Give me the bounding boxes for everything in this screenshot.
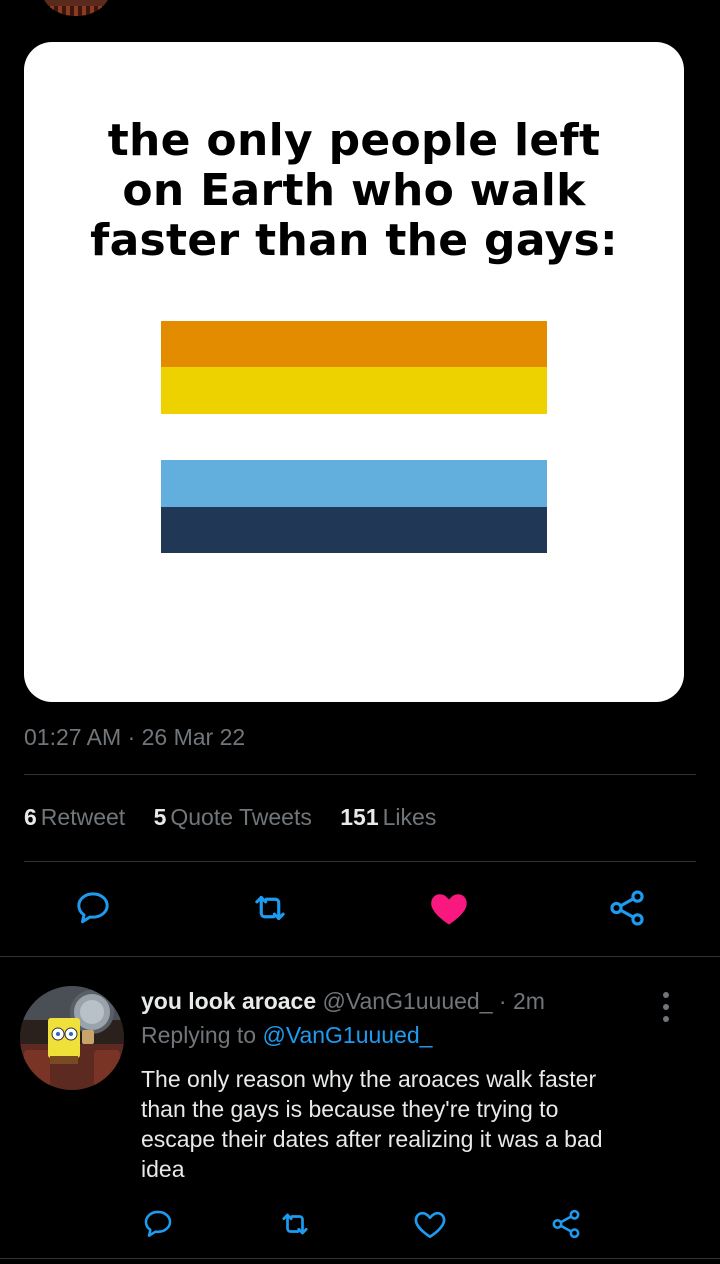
aroace-flag [161,321,547,553]
share-button[interactable] [602,886,652,930]
like-button[interactable] [424,886,474,930]
reply-display-name[interactable]: you look aroace [141,988,316,1014]
retweets-stat[interactable]: 6 Retweet [24,804,125,831]
flag-stripe-light-blue [161,460,547,507]
flag-stripe-orange [161,321,547,368]
previous-avatar[interactable] [42,0,110,16]
reply-separator: · [498,988,507,1014]
divider [24,774,696,775]
more-options-icon[interactable] [652,990,680,1024]
reply-icon [144,1210,172,1237]
replying-to: Replying to @VanG1uuued_ [141,1022,432,1049]
retweets-label: Retweet [40,804,126,830]
likes-label: Likes [382,804,437,830]
like-icon-filled [431,894,467,925]
quote-tweets-count: 5 [153,804,167,830]
tweet-stats: 6 Retweet 5 Quote Tweets 151 Likes [24,804,458,831]
meme-caption: the only people left on Earth who walk f… [90,115,618,266]
retweets-count: 6 [24,804,37,830]
reply-header: you look aroace @VanG1uuued_ · 2m [141,988,545,1015]
reply-avatar[interactable] [20,986,124,1090]
replying-to-label: Replying to [141,1022,257,1048]
reply-reply-button[interactable] [138,1204,178,1244]
reply-text: The only reason why the aroaces walk fas… [141,1066,603,1182]
flag-stripe-navy [161,506,547,553]
divider [24,861,696,862]
flag-stripe-white [161,413,547,461]
reply-like-button[interactable] [410,1204,450,1244]
tweet-timestamp[interactable]: 01:27 AM · 26 Mar 22 [24,724,245,751]
share-icon [610,890,644,926]
retweet-icon [282,1213,308,1235]
quote-tweets-label: Quote Tweets [170,804,312,830]
avatar-image [20,986,124,1090]
retweet-button[interactable] [244,886,296,930]
divider [0,956,720,957]
divider [0,1258,720,1259]
likes-stat[interactable]: 151 Likes [340,804,436,831]
tweet-image[interactable]: the only people left on Earth who walk f… [24,42,684,702]
share-icon [552,1209,580,1239]
reply-button[interactable] [68,886,118,930]
likes-count: 151 [340,804,379,830]
quote-tweets-stat[interactable]: 5 Quote Tweets [154,804,312,831]
retweet-icon [255,895,285,921]
reply-retweet-button[interactable] [275,1204,315,1244]
like-icon [414,1211,446,1239]
reply-icon [77,892,109,924]
flag-stripe-yellow [161,367,547,414]
replying-to-mention[interactable]: @VanG1uuued_ [262,1022,432,1048]
reply-share-button[interactable] [546,1204,586,1244]
reply-time[interactable]: 2m [513,988,545,1014]
reply-handle[interactable]: @VanG1uuued_ [323,988,493,1014]
